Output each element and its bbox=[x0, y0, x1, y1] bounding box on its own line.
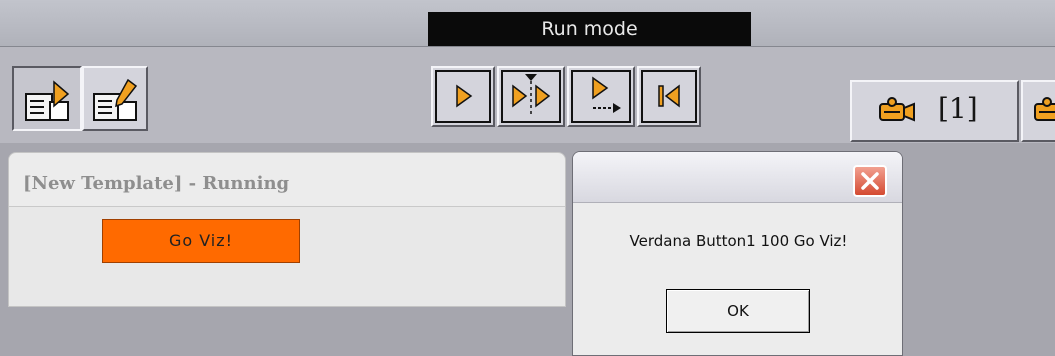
step-play-icon bbox=[501, 70, 561, 123]
ok-button[interactable]: OK bbox=[666, 289, 810, 333]
close-button[interactable] bbox=[853, 165, 887, 197]
close-icon bbox=[861, 172, 879, 190]
play-next-icon bbox=[571, 70, 631, 123]
camera-icon bbox=[879, 97, 915, 122]
rewind-to-start-icon bbox=[641, 70, 697, 123]
run-template-button[interactable] bbox=[12, 66, 82, 131]
run-mode-tab[interactable]: Run mode bbox=[428, 12, 751, 46]
play-next-button[interactable] bbox=[567, 66, 635, 127]
step-play-button[interactable] bbox=[497, 66, 565, 127]
edit-template-button[interactable] bbox=[82, 66, 148, 131]
play-button[interactable] bbox=[431, 66, 495, 127]
template-title: [New Template] - Running bbox=[23, 173, 290, 194]
rewind-to-start-button[interactable] bbox=[637, 66, 701, 127]
dialog-message: Verdana Button1 100 Go Viz! bbox=[629, 232, 848, 250]
play-icon bbox=[435, 70, 491, 123]
message-dialog: Verdana Button1 100 Go Viz! OK bbox=[572, 151, 903, 356]
camera-2-button[interactable] bbox=[1021, 80, 1055, 142]
camera-1-button[interactable]: [1] bbox=[850, 80, 1019, 142]
camera-number-label: [1] bbox=[938, 92, 978, 125]
run-template-icon bbox=[25, 80, 70, 121]
camera-icon bbox=[1034, 97, 1055, 121]
go-viz-button[interactable]: Go Viz! bbox=[102, 219, 300, 263]
edit-template-icon bbox=[93, 78, 138, 121]
